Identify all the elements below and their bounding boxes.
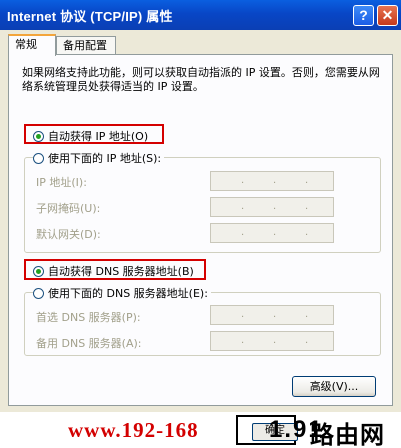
default-gateway-label: 默认网关(D): [36,228,101,241]
ip-address-label: IP 地址(I): [36,176,87,189]
subnet-mask-input[interactable]: ... [210,197,334,217]
window-title: Internet 协议 (TCP/IP) 属性 [7,9,173,24]
radio-manual-dns[interactable]: 使用下面的 DNS 服务器地址(E): [33,285,211,301]
radio-auto-dns-label: 自动获得 DNS 服务器地址(B) [48,265,194,278]
advanced-button[interactable]: 高级(V)... [292,376,376,397]
close-button[interactable]: ✕ [377,5,398,26]
preferred-dns-input[interactable]: ... [210,305,334,325]
tab-alternate-config[interactable]: 备用配置 [56,36,116,55]
radio-auto-dns[interactable]: 自动获得 DNS 服务器地址(B) [33,263,194,279]
help-button[interactable]: ? [353,5,374,26]
ip-address-input[interactable]: ... [210,171,334,191]
alternate-dns-label: 备用 DNS 服务器(A): [36,337,142,350]
title-bar[interactable]: Internet 协议 (TCP/IP) 属性 ? ✕ [0,0,401,30]
help-icon: ? [359,7,368,23]
radio-auto-ip[interactable]: 自动获得 IP 地址(O) [33,128,148,144]
close-icon: ✕ [381,7,394,23]
alternate-dns-input[interactable]: ... [210,331,334,351]
radio-unselected-icon [33,152,44,164]
radio-manual-ip-label: 使用下面的 IP 地址(S): [48,152,162,165]
radio-auto-ip-label: 自动获得 IP 地址(O) [48,130,149,143]
watermark-url: www.192-168 [68,418,199,442]
tab-general[interactable]: 常规 [8,34,56,56]
subnet-mask-label: 子网掩码(U): [36,202,101,215]
radio-manual-ip[interactable]: 使用下面的 IP 地址(S): [33,150,165,166]
watermark-strip: www.192-168 确定 1.91 路由网 [0,412,401,448]
description-text: 如果网络支持此功能，则可以获取自动指派的 IP 设置。否则，您需要从网络系统管理… [22,66,380,93]
preferred-dns-label: 首选 DNS 服务器(P): [36,311,141,324]
radio-unselected-icon [33,287,44,299]
dialog-window: Internet 协议 (TCP/IP) 属性 ? ✕ 常规 备用配置 如果网络… [0,0,401,448]
radio-manual-dns-label: 使用下面的 DNS 服务器地址(E): [48,287,208,300]
default-gateway-input[interactable]: ... [210,223,334,243]
watermark-logo-text: 路由网 [310,421,385,448]
radio-selected-icon [33,130,44,142]
radio-selected-icon [33,265,44,277]
